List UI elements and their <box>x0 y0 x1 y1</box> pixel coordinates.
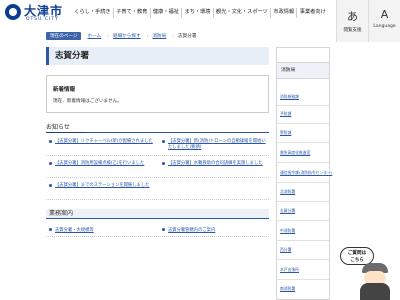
accessibility-button[interactable]: あ 閲覧支援 <box>336 0 368 42</box>
sidebar-divider <box>277 201 329 202</box>
divider <box>46 199 269 200</box>
breadcrumb-separator: › <box>107 33 109 39</box>
bullet-icon <box>162 162 165 165</box>
news-box: 新着情報 現在、新着情報はございません。 <box>46 75 269 113</box>
language-label: Language <box>373 24 396 29</box>
divider <box>46 177 269 178</box>
breadcrumb-current-label: 現在のページ <box>46 32 82 40</box>
nav-item-town[interactable]: まち・環境 <box>181 8 213 18</box>
city-logo[interactable]: 大津市 OTSU CITY <box>2 2 72 24</box>
sidebar-menu: 消防局 消防総務課 予防課 警防課 救急高度化推進室 通信指令課(消防指令センタ… <box>276 47 332 300</box>
sidebar-divider <box>277 259 329 260</box>
nav-item-living[interactable]: くらし・手続き <box>72 8 113 18</box>
sidebar-divider <box>277 220 329 221</box>
notice-link[interactable]: 【志賀分署】までのステーションを開催しました <box>49 183 155 189</box>
sidebar-divider <box>277 240 329 241</box>
global-nav: くらし・手続き 子育て・教育 健康・福祉 まち・環境 観光・文化・スポーツ 市政… <box>72 8 350 18</box>
page-title-bar: 志賀分署 <box>46 47 269 65</box>
breadcrumb-separator: › <box>172 33 175 39</box>
mascot-icon[interactable] <box>354 263 398 300</box>
city-emblem-icon <box>5 4 21 20</box>
nav-item-tourism[interactable]: 観光・文化・スポーツ <box>212 8 270 18</box>
breadcrumb-org[interactable]: 組織から探す <box>113 33 141 39</box>
nav-item-business[interactable]: 事業者向け <box>296 8 328 18</box>
notices-heading: お知らせ <box>46 123 269 133</box>
sidebar-item[interactable]: 木戸出張所 <box>280 267 299 273</box>
mascot-robe <box>360 283 390 300</box>
breadcrumb-fire-dept[interactable]: 消防局 <box>152 33 166 39</box>
sidebar-item[interactable]: 西分署 <box>280 247 291 253</box>
breadcrumb-home[interactable]: ホーム <box>87 33 101 39</box>
breadcrumb-separator: › <box>146 33 149 39</box>
sidebar-item[interactable]: 救急高度化推進室 <box>280 150 310 156</box>
nav-item-childcare[interactable]: 子育て・教育 <box>112 8 150 18</box>
sidebar-spacer <box>277 48 329 63</box>
page-title: 志賀分署 <box>55 51 90 61</box>
notice-link[interactable]: 【志賀分署】消防用設備点検(乙)を行いました <box>49 161 155 167</box>
notice-link[interactable]: 【志賀分署】リクチャーベル(新)が配備されました <box>49 139 155 145</box>
sidebar-divider <box>277 182 329 183</box>
bullet-icon <box>49 140 52 143</box>
sidebar-item[interactable]: 通信指令課(消防指令センター) <box>280 170 332 176</box>
divider <box>46 236 269 237</box>
business-link[interactable]: 志賀分署管轄内のご案内 <box>162 227 215 233</box>
notice-link[interactable]: 【志賀分署】新(消防)ドローンの自動操縦を開始いたしました(要請) <box>162 139 268 151</box>
nav-item-health[interactable]: 健康・福祉 <box>149 8 182 18</box>
sidebar-divider <box>277 123 329 124</box>
business-link[interactable]: 志賀分署・大規模等 <box>49 227 94 233</box>
sidebar-heading: 消防局 <box>277 63 329 79</box>
breadcrumb-current: 志賀分署 <box>178 34 197 39</box>
sidebar-item[interactable]: 北消防署 <box>280 189 295 195</box>
notice-link[interactable]: 【志賀分署】水難救助の合同訓練を実施しました <box>162 161 268 167</box>
sidebar-divider <box>277 162 329 163</box>
sidebar-divider <box>277 279 329 280</box>
bullet-icon <box>162 140 165 143</box>
bullet-icon <box>49 184 52 187</box>
business-heading: 業務案内 <box>46 209 269 219</box>
accessibility-label: 閲覧支援 <box>343 28 362 33</box>
divider <box>46 155 269 156</box>
news-empty-text: 現在、新着情報はございません。 <box>53 99 122 104</box>
sidebar-divider <box>277 105 329 106</box>
sidebar-item[interactable]: 中消防署 <box>280 228 295 234</box>
logo-subtext: OTSU CITY <box>26 17 59 22</box>
language-button[interactable]: A Language <box>368 0 400 42</box>
bullet-icon <box>49 162 52 165</box>
sidebar-item[interactable]: 志賀分署 <box>280 208 295 214</box>
breadcrumb: 現在のページ ホーム › 組織から探す › 消防局 › 志賀分署 <box>46 32 196 40</box>
chatbot-launcher[interactable]: ご質問は こちら <box>340 245 400 300</box>
bullet-icon <box>49 228 52 231</box>
chatbot-text-1: ご質問は <box>347 251 367 256</box>
language-icon: A <box>380 8 389 21</box>
sidebar-divider <box>277 142 329 143</box>
font-size-icon: あ <box>347 10 358 23</box>
nav-item-cityinfo[interactable]: 市政情報 <box>270 8 296 18</box>
news-heading: 新着情報 <box>53 87 76 93</box>
sidebar-item[interactable]: 南消防署 <box>280 286 295 292</box>
bullet-icon <box>162 228 165 231</box>
sidebar-item[interactable]: 予防課 <box>280 111 291 117</box>
sidebar-item[interactable]: 警防課 <box>280 130 291 136</box>
sidebar-item[interactable]: 消防総務課 <box>280 94 299 100</box>
